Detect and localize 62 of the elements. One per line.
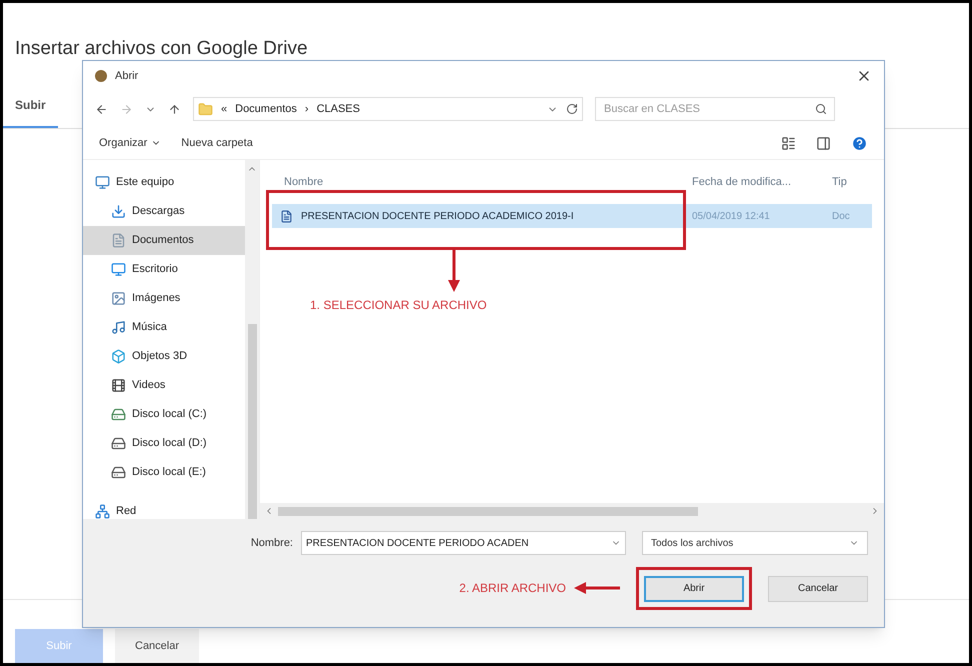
refresh-icon[interactable]	[566, 103, 578, 115]
document-icon	[111, 233, 126, 248]
search-icon	[815, 103, 827, 115]
tab[interactable]: Subir	[3, 84, 58, 128]
organize-menu[interactable]: Organizar	[99, 134, 162, 152]
nav-item[interactable]: Videos	[83, 371, 245, 400]
nav-item[interactable]: Disco local (E:)	[83, 458, 245, 487]
nav-item[interactable]: Escritorio	[83, 255, 245, 284]
field-label: Nombre:	[250, 536, 293, 551]
scrollbar[interactable]	[245, 160, 259, 519]
cancel-button[interactable]: Cancelar	[768, 576, 868, 602]
nav-item[interactable]: Imágenes	[83, 284, 245, 313]
network-icon	[95, 504, 110, 519]
preview-pane-icon[interactable]	[816, 136, 831, 150]
new-folder-button[interactable]: Nueva carpeta	[181, 134, 253, 152]
filter-dropdown[interactable]: Todos los archivos	[642, 531, 868, 555]
page-title: Insertar archivos con Google Drive	[14, 37, 309, 61]
nav-item[interactable]: Música	[83, 313, 245, 342]
cancel-button[interactable]: Cancelar	[115, 629, 200, 663]
video-icon	[111, 378, 126, 393]
nav-item[interactable]: Red	[83, 497, 245, 526]
nav-item[interactable]: Disco local (D:)	[83, 429, 245, 458]
file-date: 05/04/2019 12:41	[692, 210, 771, 224]
scrollbar[interactable]	[278, 506, 698, 516]
nav-item[interactable]: Documentos	[83, 226, 245, 255]
back-icon[interactable]	[95, 102, 108, 116]
filename-field[interactable]: PRESENTACION DOCENTE PERIODO ACADEN	[301, 531, 626, 555]
breadcrumb[interactable]: Documentos	[235, 100, 297, 118]
annotation: 2. ABRIR ARCHIVO	[459, 580, 566, 598]
view-icon[interactable]	[781, 136, 796, 150]
help-icon[interactable]	[851, 134, 868, 152]
dialog-title: Abrir	[115, 68, 140, 84]
nav-item[interactable]: Este equipo	[83, 168, 245, 197]
arrow	[574, 582, 620, 594]
nav-item[interactable]: Objetos 3D	[83, 342, 245, 371]
annotation: 1. SELECCIONAR SU ARCHIVO	[310, 297, 487, 314]
computer-icon	[95, 175, 110, 190]
breadcrumb[interactable]: CLASES	[316, 100, 360, 118]
drive-icon	[111, 436, 126, 451]
column-header[interactable]: Nombre	[272, 174, 692, 190]
address-bar[interactable]: « Documentos › CLASES	[193, 97, 583, 121]
file-name: PRESENTACION DOCENTE PERIODO ACADEMICO 2019-I	[301, 210, 574, 224]
search-field[interactable]: Buscar en CLASES	[595, 97, 835, 121]
open-button[interactable]: Abrir	[644, 576, 744, 602]
up-icon[interactable]	[168, 102, 181, 116]
drive-icon	[111, 465, 126, 480]
images-icon	[111, 291, 126, 306]
column-header[interactable]: Tip	[832, 174, 872, 190]
column-header[interactable]: Fecha de modifica...	[692, 174, 832, 190]
arrow	[448, 250, 460, 292]
file-row[interactable]: PRESENTACION DOCENTE PERIODO ACADEMICO 2019-I 05/04/2019 12:41 Doc	[272, 204, 872, 228]
app-icon	[95, 70, 107, 82]
desktop-icon	[111, 262, 126, 277]
music-icon	[111, 320, 126, 335]
cube-icon	[111, 349, 126, 364]
nav-item[interactable]: Disco local (C:)	[83, 400, 245, 429]
folder-icon	[198, 102, 213, 116]
file-type: Doc	[832, 210, 851, 224]
system-drive-icon	[111, 407, 126, 422]
nav-item[interactable]: Descargas	[83, 197, 245, 226]
download-icon	[111, 204, 126, 219]
document-icon	[280, 210, 293, 222]
